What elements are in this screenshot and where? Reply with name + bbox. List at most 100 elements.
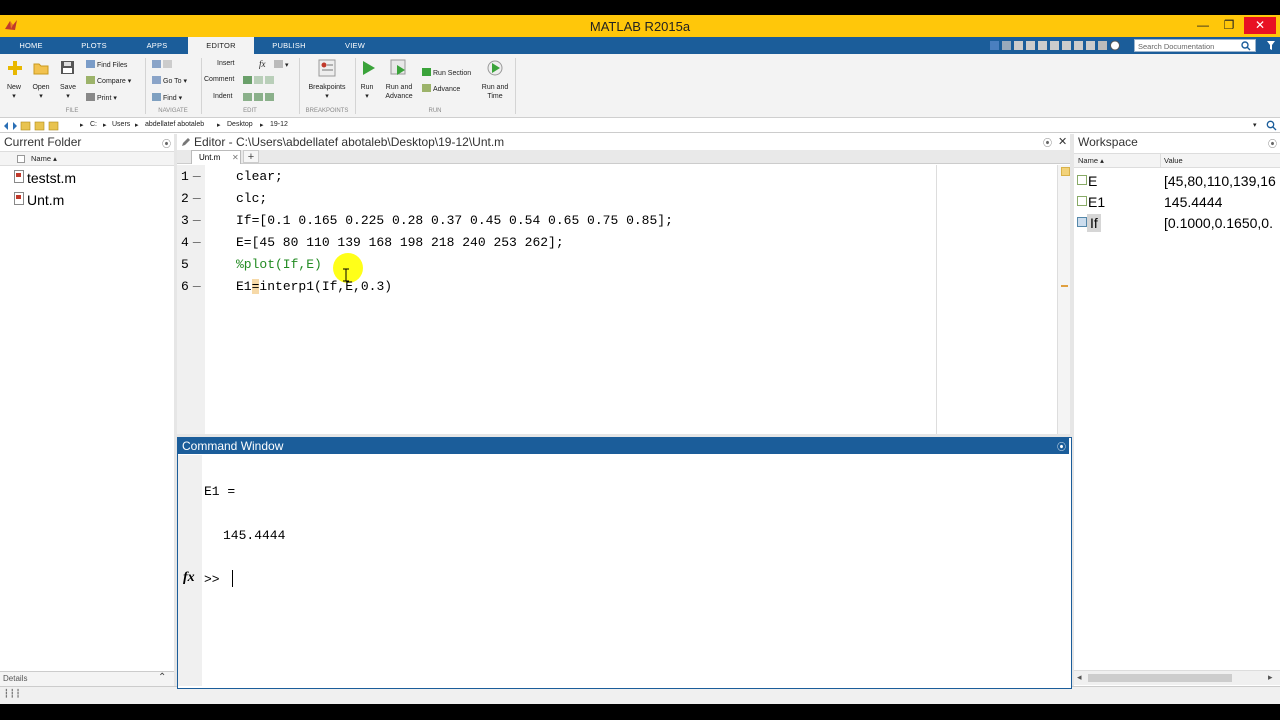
new-button[interactable]: New <box>2 84 26 91</box>
list-item[interactable]: Unt.m <box>14 192 64 208</box>
workspace-hscrollbar[interactable]: ◂ ▸ <box>1074 670 1280 685</box>
open-dropdown-icon[interactable]: ▾ <box>37 92 45 100</box>
code-line[interactable]: 2 — clc; <box>181 191 267 206</box>
editor-close-icon[interactable]: ✕ <box>1058 135 1067 148</box>
table-row[interactable]: E1 145.4444 <box>1074 193 1280 213</box>
run-and-advance-label-2[interactable]: Advance <box>381 93 417 100</box>
panel-menu-icon[interactable]: ⦿ <box>162 137 171 150</box>
back-forward-buttons[interactable] <box>152 60 174 69</box>
tab-apps[interactable]: APPS <box>126 37 188 54</box>
breakpoint-dash[interactable]: — <box>193 169 201 184</box>
tab-view[interactable]: VIEW <box>324 37 386 54</box>
address-nav-icons[interactable] <box>3 121 67 131</box>
run-dropdown-icon[interactable]: ▾ <box>363 92 371 100</box>
editor-tab-unt[interactable]: Unt.m ✕ <box>191 150 241 164</box>
advance-button[interactable]: Advance <box>422 84 460 93</box>
find-button[interactable]: Find ▾ <box>152 93 182 102</box>
comment-button[interactable]: Comment <box>204 76 234 83</box>
table-row[interactable]: E [45,80,110,139,16 <box>1074 172 1280 192</box>
new-dropdown-icon[interactable]: ▾ <box>10 92 18 100</box>
panel-menu-icon[interactable]: ⦿ <box>1043 136 1052 149</box>
command-prompt: >> <box>204 572 220 587</box>
run-and-time-label-1[interactable]: Run and <box>478 84 512 91</box>
code-line[interactable]: 5 %plot(If,E) <box>181 257 322 272</box>
breakpoints-dropdown-icon[interactable]: ▾ <box>323 92 331 100</box>
save-dropdown-icon[interactable]: ▾ <box>64 92 72 100</box>
breadcrumb-drive[interactable]: C: <box>90 121 97 128</box>
compare-button[interactable]: Compare ▾ <box>86 76 131 85</box>
breakpoint-dash[interactable]: — <box>193 213 201 228</box>
code-line[interactable]: 6— E1=interp1(If,E,0.3) <box>181 279 392 294</box>
run-and-advance-label-1[interactable]: Run and <box>381 84 417 91</box>
chevron-up-icon[interactable]: ⌃ <box>158 672 166 683</box>
run-icon[interactable] <box>360 60 376 76</box>
close-button[interactable]: ✕ <box>1244 17 1276 34</box>
breadcrumb-sep-icon: ▸ <box>103 122 107 129</box>
panel-menu-icon[interactable]: ⦿ <box>1057 440 1066 453</box>
workspace-value-column[interactable]: Value <box>1164 154 1183 168</box>
run-and-advance-icon[interactable] <box>390 59 408 77</box>
breakpoints-button[interactable]: Breakpoints <box>303 84 351 91</box>
scrollbar-thumb[interactable] <box>1088 674 1232 682</box>
warning-marker-icon[interactable] <box>1061 167 1070 176</box>
new-file-icon[interactable] <box>7 60 23 76</box>
column-divider[interactable] <box>1160 153 1161 168</box>
run-and-time-label-2[interactable]: Time <box>478 93 512 100</box>
open-folder-icon[interactable] <box>33 61 49 75</box>
breakpoint-dash[interactable]: — <box>193 235 201 250</box>
open-button[interactable]: Open <box>28 84 54 91</box>
comment-icons[interactable] <box>243 76 276 85</box>
find-files-button[interactable]: Find Files <box>86 60 127 69</box>
browse-icon[interactable] <box>1266 120 1277 131</box>
insert-extra-icons[interactable]: ▾ <box>274 60 289 69</box>
scroll-left-icon[interactable]: ◂ <box>1077 672 1082 683</box>
folder-name-column[interactable]: Name ▴ <box>31 152 57 166</box>
breadcrumb-user-folder[interactable]: abdellatef abotaleb <box>145 121 204 128</box>
filter-icon[interactable] <box>1266 40 1276 51</box>
new-tab-button[interactable]: + <box>243 150 259 163</box>
address-dropdown-icon[interactable]: ▾ <box>1253 121 1257 129</box>
search-documentation-input[interactable]: Search Documentation <box>1134 39 1256 52</box>
save-button[interactable]: Save <box>55 84 81 91</box>
quick-access-toolbar-icon[interactable] <box>990 40 1130 51</box>
fx-function-browser-icon[interactable]: fx <box>183 570 195 586</box>
insert-button[interactable]: Insert <box>217 60 235 67</box>
save-icon[interactable] <box>60 60 75 75</box>
indent-button[interactable]: Indent <box>213 93 232 100</box>
panel-menu-icon[interactable]: ⦿ <box>1268 137 1277 150</box>
select-all-checkbox[interactable] <box>17 155 25 163</box>
list-item[interactable]: testst.m <box>14 170 76 186</box>
breadcrumb-users[interactable]: Users <box>112 121 130 128</box>
scroll-right-icon[interactable]: ▸ <box>1268 672 1273 683</box>
breadcrumb-folder[interactable]: 19-12 <box>270 121 288 128</box>
table-row[interactable]: If [0.1000,0.1650,0. <box>1074 214 1280 234</box>
tab-home[interactable]: HOME <box>0 37 62 54</box>
maximize-button[interactable]: ❐ <box>1216 17 1242 34</box>
warning-line-marker[interactable] <box>1061 285 1068 287</box>
tab-close-icon[interactable]: ✕ <box>232 151 239 164</box>
details-bar[interactable]: Details ⌃ <box>0 671 174 686</box>
breakpoint-dash[interactable]: — <box>193 191 201 206</box>
command-input-cursor[interactable] <box>232 570 233 587</box>
editor-scroll-indicator[interactable] <box>1057 165 1070 434</box>
tab-publish[interactable]: PUBLISH <box>254 37 324 54</box>
search-icon[interactable] <box>1241 41 1251 51</box>
fx-insert-button[interactable]: fx <box>259 59 266 69</box>
goto-button[interactable]: Go To ▾ <box>152 76 187 85</box>
print-button[interactable]: Print ▾ <box>86 93 117 102</box>
breakpoints-icon[interactable] <box>318 59 336 77</box>
code-line[interactable]: 1 — clear; <box>181 169 283 184</box>
workspace-name-column[interactable]: Name ▴ <box>1078 154 1104 168</box>
breakpoint-dash[interactable]: — <box>193 279 201 294</box>
tab-editor[interactable]: EDITOR <box>188 37 254 54</box>
code-line[interactable]: 3 — If=[0.1 0.165 0.225 0.28 0.37 0.45 0.5… <box>181 213 673 228</box>
indent-icons[interactable] <box>243 93 276 102</box>
minimize-button[interactable]: — <box>1190 17 1216 34</box>
run-section-button[interactable]: Run Section <box>422 68 471 77</box>
breadcrumb-desktop[interactable]: Desktop <box>227 121 253 128</box>
code-line[interactable]: 4 — E=[45 80 110 139 168 198 218 240 253 2… <box>181 235 564 250</box>
scalar-variable-icon <box>1077 196 1087 206</box>
run-and-time-icon[interactable] <box>486 59 504 77</box>
run-button[interactable]: Run <box>356 84 378 91</box>
tab-plots[interactable]: PLOTS <box>62 37 126 54</box>
